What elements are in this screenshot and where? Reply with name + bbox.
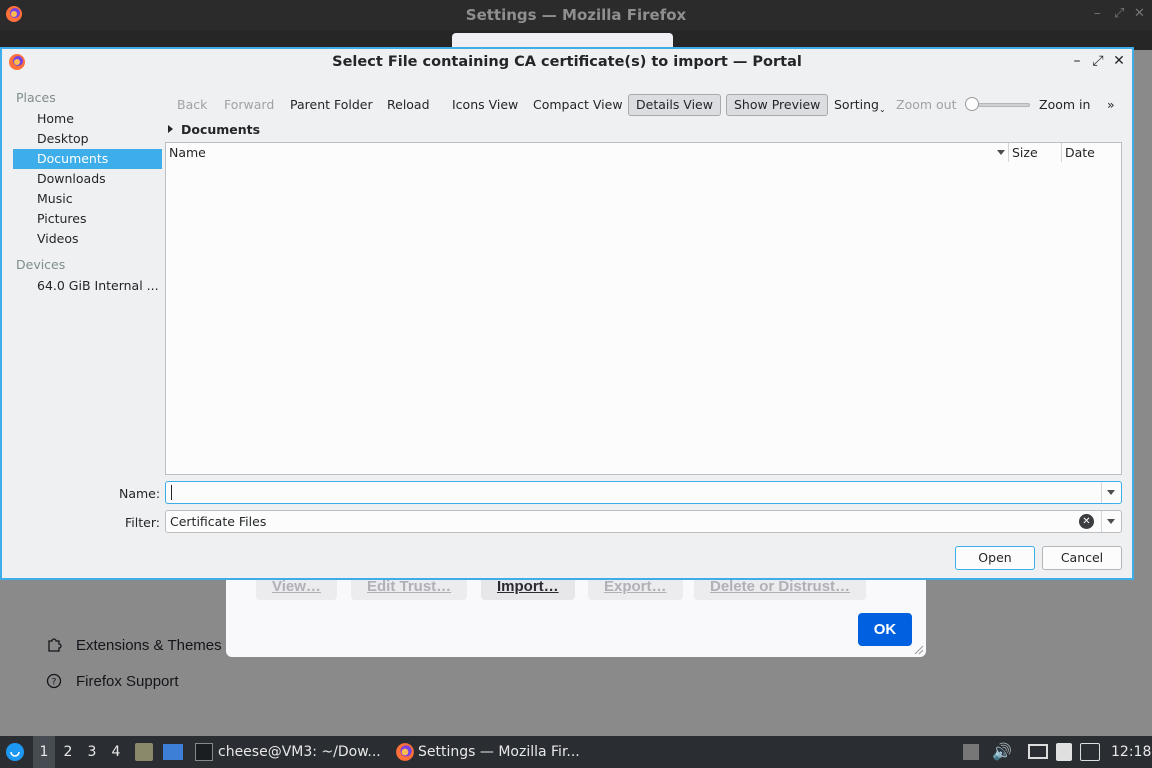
- open-button[interactable]: Open: [955, 546, 1035, 570]
- maximize-icon[interactable]: ⤢: [1090, 53, 1106, 69]
- expand-arrow-icon: [168, 125, 173, 133]
- clock[interactable]: 12:18: [1111, 744, 1151, 760]
- dropdown-arrow-icon[interactable]: [1101, 511, 1121, 532]
- updates-icon[interactable]: [963, 744, 979, 760]
- terminal-icon: [195, 743, 213, 761]
- file-list[interactable]: Name Size Date: [165, 142, 1122, 475]
- taskbar-terminal[interactable]: cheese@VM3: ~/Dow...: [218, 744, 381, 760]
- filename-input[interactable]: [165, 481, 1122, 504]
- parent-folder-button[interactable]: Parent Folder: [290, 94, 373, 116]
- name-label: Name:: [119, 486, 161, 501]
- clear-icon[interactable]: ✕: [1079, 514, 1094, 529]
- filter-value: Certificate Files: [170, 514, 267, 529]
- icons-view-button[interactable]: Icons View: [452, 94, 518, 116]
- file-dialog: Select File containing CA certificate(s)…: [0, 47, 1134, 580]
- show-preview-button[interactable]: Show Preview: [726, 94, 829, 116]
- ok-button[interactable]: OK: [858, 613, 912, 646]
- dialog-title: Select File containing CA certificate(s)…: [332, 54, 802, 70]
- firefox-logo-icon: [396, 743, 414, 761]
- dialog-titlebar: Select File containing CA certificate(s)…: [2, 49, 1132, 76]
- places-header: Places: [16, 90, 56, 105]
- taskbar-firefox[interactable]: Settings — Mozilla Fir...: [418, 744, 580, 760]
- display-icon[interactable]: [1028, 744, 1048, 759]
- filter-combobox[interactable]: Certificate Files ✕: [165, 510, 1122, 533]
- reload-button[interactable]: Reload: [387, 94, 430, 116]
- taskbar: 1 2 3 4 cheese@VM3: ~/Dow... Settings — …: [0, 736, 1152, 768]
- puzzle-icon: [48, 638, 62, 652]
- workspace-2[interactable]: 2: [57, 736, 79, 768]
- svg-text:?: ?: [52, 678, 57, 688]
- breadcrumb[interactable]: Documents: [168, 122, 260, 137]
- sidebar-item-label: Extensions & Themes: [76, 636, 222, 654]
- notifications-icon[interactable]: [1080, 743, 1100, 761]
- column-header-size[interactable]: Size: [1009, 143, 1062, 162]
- dropdown-indicator-icon: ⌄: [878, 105, 886, 114]
- filter-label: Filter:: [125, 515, 160, 530]
- firefox-titlebar: Settings — Mozilla Firefox – ⤢ ✕: [0, 0, 1152, 30]
- column-header-date[interactable]: Date: [1062, 143, 1121, 162]
- text-cursor: [171, 485, 172, 500]
- more-tools-icon[interactable]: »: [1107, 94, 1115, 116]
- forward-button[interactable]: Forward: [224, 94, 274, 116]
- close-icon[interactable]: ✕: [1134, 6, 1145, 21]
- workspace-4[interactable]: 4: [105, 736, 127, 768]
- compact-view-button[interactable]: Compact View: [533, 94, 623, 116]
- resize-grip-icon[interactable]: [914, 645, 924, 655]
- place-desktop[interactable]: Desktop: [13, 129, 162, 149]
- workspace-3[interactable]: 3: [81, 736, 103, 768]
- workspace-1[interactable]: 1: [33, 736, 55, 768]
- devices-header: Devices: [16, 257, 66, 272]
- device-internal-drive[interactable]: 64.0 GiB Internal ...: [13, 276, 162, 296]
- back-button[interactable]: Back: [177, 94, 207, 116]
- help-icon: ?: [46, 673, 62, 689]
- sort-indicator-icon: [997, 150, 1005, 155]
- zoom-slider-handle[interactable]: [965, 97, 979, 111]
- minimize-icon[interactable]: –: [1094, 6, 1101, 21]
- file-manager-icon[interactable]: [135, 743, 153, 761]
- sorting-menu[interactable]: Sorting⌄: [834, 94, 886, 116]
- volume-icon[interactable]: 🔊: [992, 742, 1012, 761]
- place-downloads[interactable]: Downloads: [13, 169, 162, 189]
- clipboard-icon[interactable]: [1056, 743, 1072, 761]
- breadcrumb-label: Documents: [181, 122, 261, 137]
- sidebar-item-extensions[interactable]: Extensions & Themes: [46, 634, 222, 656]
- sidebar-item-support[interactable]: ? Firefox Support: [46, 670, 179, 692]
- column-header-name[interactable]: Name: [166, 143, 1009, 162]
- zoom-in-button[interactable]: Zoom in: [1039, 94, 1090, 116]
- sidebar-item-label: Firefox Support: [76, 672, 179, 690]
- cancel-button[interactable]: Cancel: [1042, 546, 1122, 570]
- minimize-icon[interactable]: –: [1069, 53, 1085, 69]
- place-home[interactable]: Home: [13, 109, 162, 129]
- sorting-label: Sorting: [834, 97, 879, 112]
- place-videos[interactable]: Videos: [13, 229, 162, 249]
- app-menu-icon[interactable]: [5, 742, 25, 762]
- firefox-window-title: Settings — Mozilla Firefox: [465, 6, 687, 24]
- place-music[interactable]: Music: [13, 189, 162, 209]
- details-view-button[interactable]: Details View: [628, 94, 721, 116]
- dropdown-arrow-icon[interactable]: [1101, 482, 1121, 503]
- place-pictures[interactable]: Pictures: [13, 209, 162, 229]
- zoom-out-button[interactable]: Zoom out: [896, 94, 956, 116]
- close-icon[interactable]: ✕: [1111, 53, 1127, 69]
- maximize-icon[interactable]: ⤢: [1114, 6, 1124, 21]
- show-desktop-icon[interactable]: [163, 744, 183, 760]
- place-documents[interactable]: Documents: [13, 149, 162, 169]
